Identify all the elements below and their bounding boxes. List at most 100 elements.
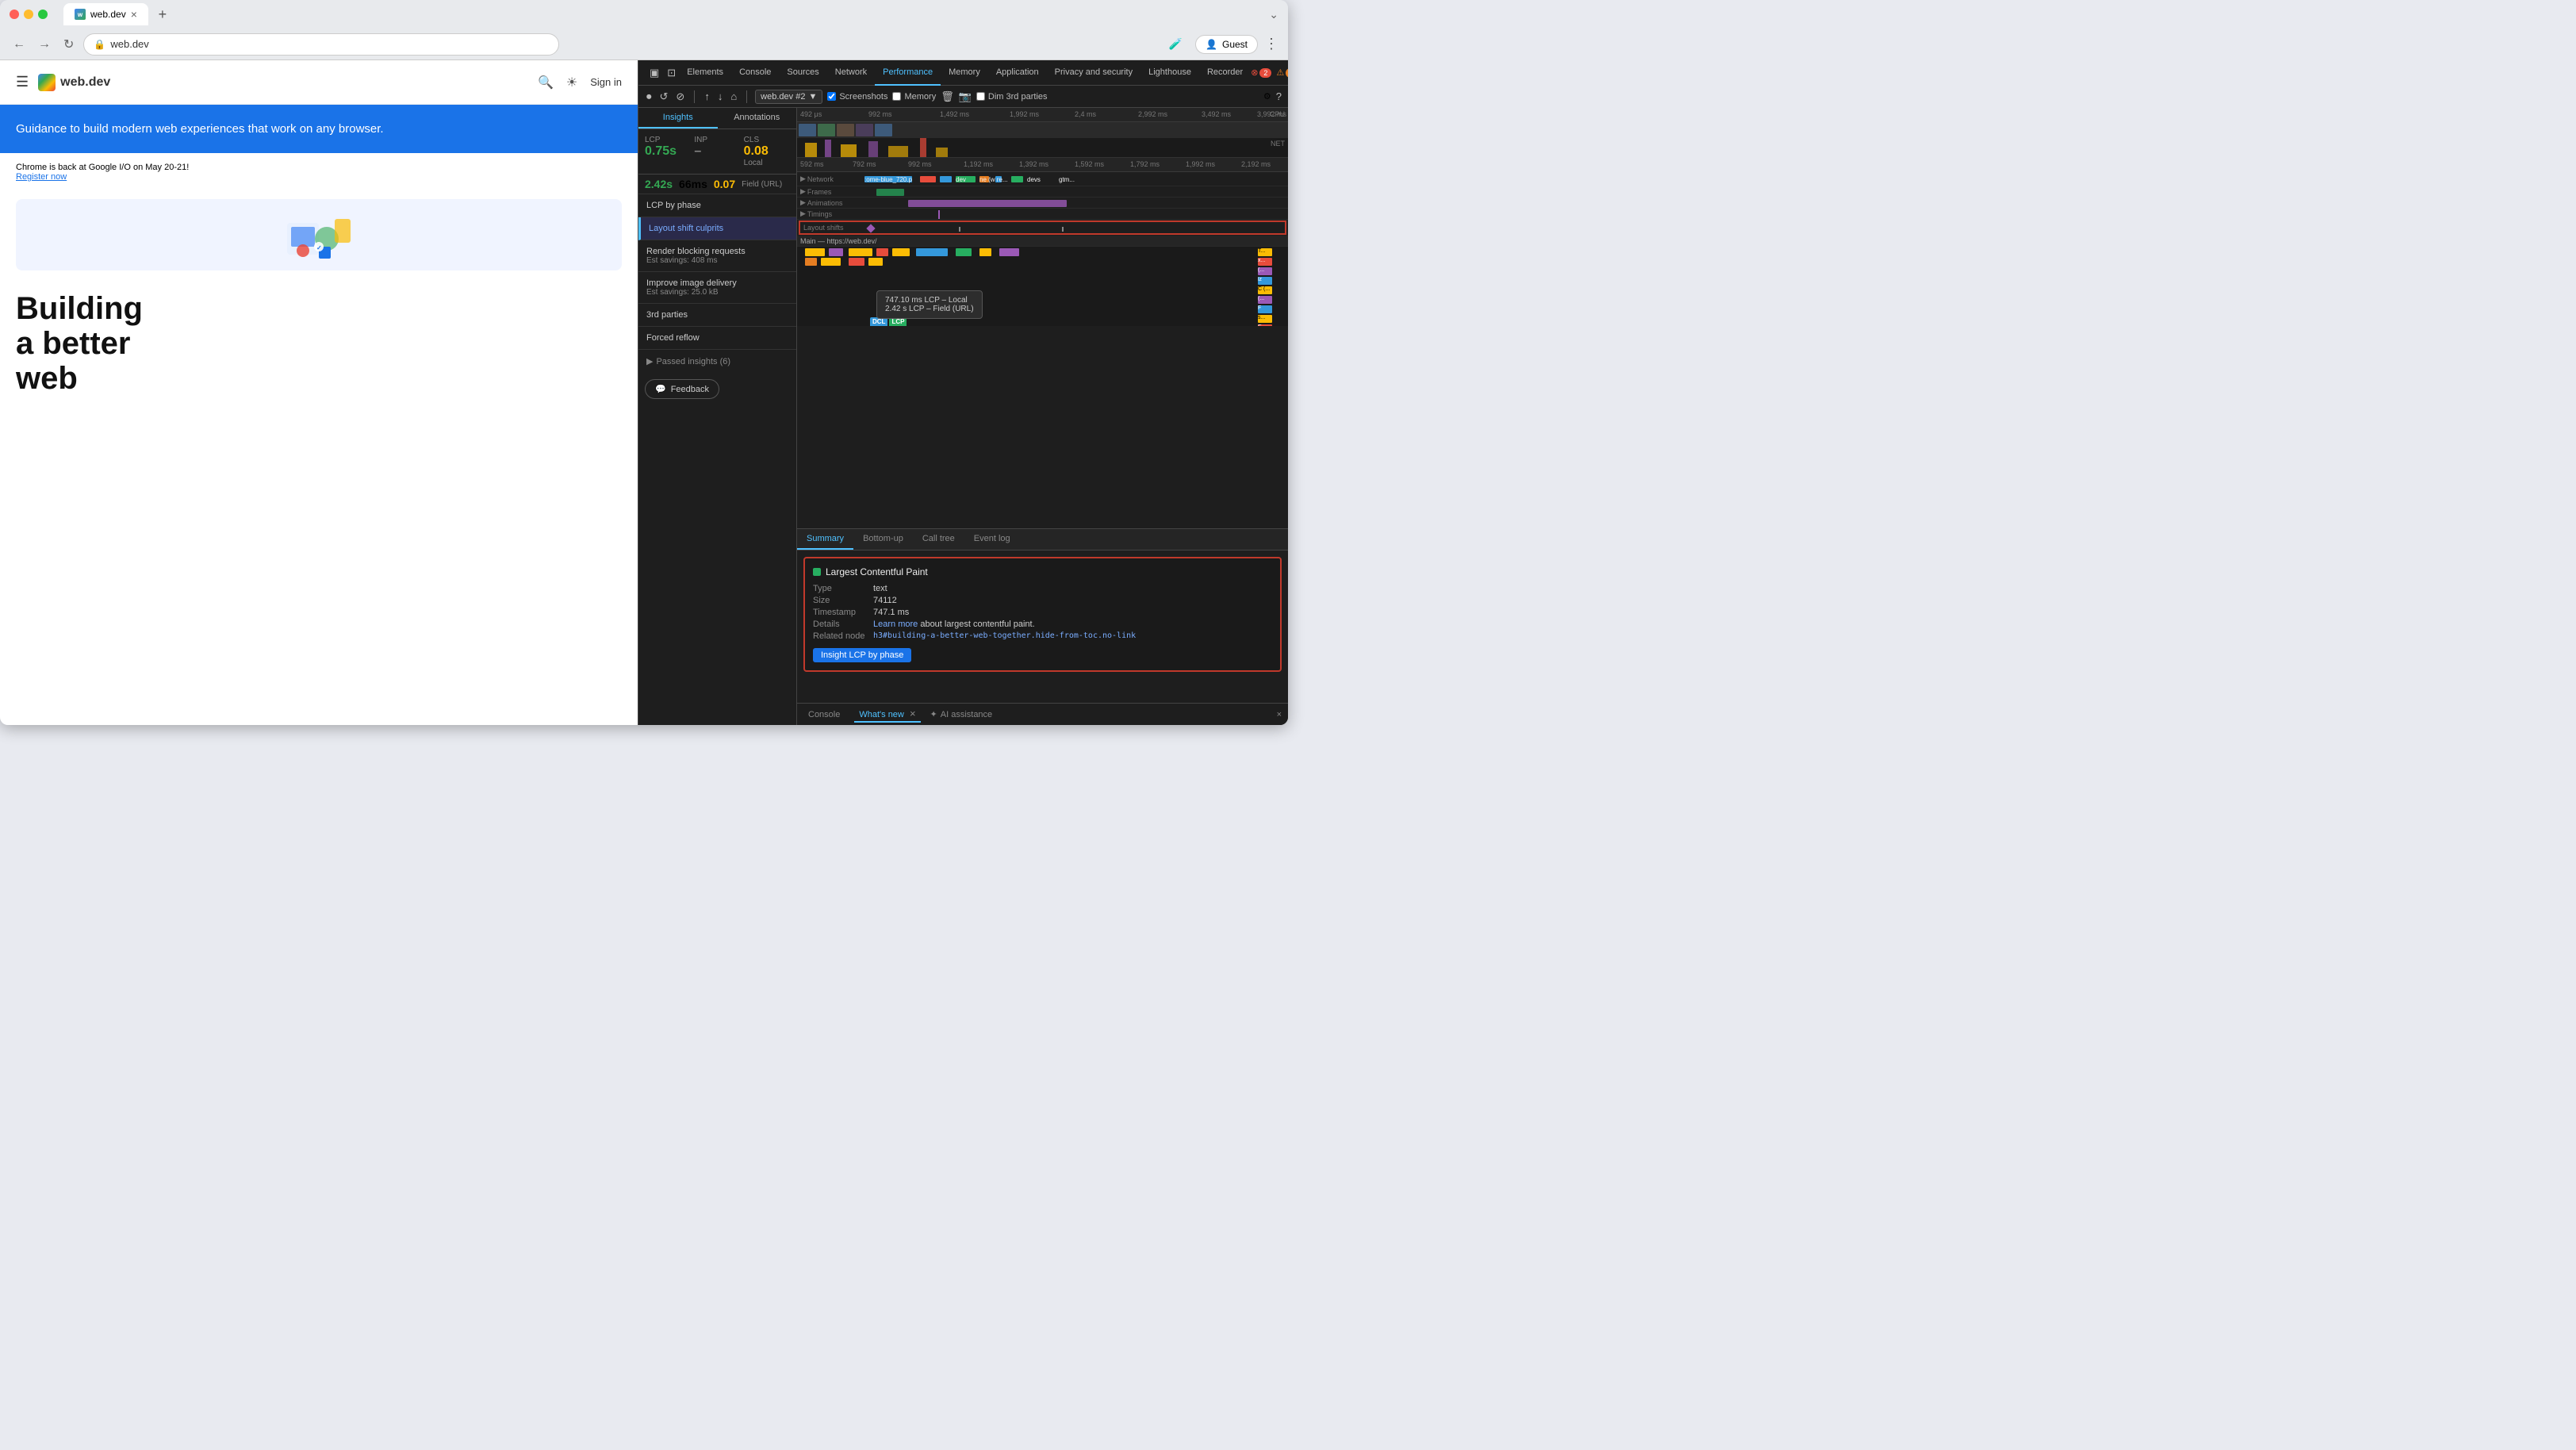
- home-icon[interactable]: ⌂: [729, 89, 738, 104]
- passed-insights[interactable]: ▶ Passed insights (6): [638, 350, 796, 373]
- insight-improve-image[interactable]: Improve image delivery Est savings: 25.0…: [638, 272, 796, 304]
- triangle-frames[interactable]: ▶: [800, 187, 806, 196]
- summary-area: Summary Bottom-up Call tree Event log La…: [797, 528, 1288, 703]
- register-link[interactable]: Register now: [16, 172, 67, 182]
- maximize-button[interactable]: [38, 10, 48, 19]
- screenshots-checkbox[interactable]: [827, 92, 836, 101]
- triangle-anim[interactable]: ▶: [800, 198, 806, 207]
- tab-console[interactable]: Console: [731, 60, 779, 86]
- timings-text: Timings: [807, 210, 832, 218]
- minimize-button[interactable]: [24, 10, 33, 19]
- svg-text:✓: ✓: [316, 244, 322, 251]
- extensions-icon[interactable]: 🧪: [1169, 37, 1183, 51]
- screenshot-thumb[interactable]: [818, 124, 835, 136]
- performance-timeline: 492 μs 992 ms 1,492 ms 1,992 ms 2,4 ms 2…: [797, 108, 1288, 528]
- download-icon[interactable]: ↓: [716, 89, 725, 104]
- help-icon[interactable]: ?: [1276, 90, 1282, 102]
- forward-button[interactable]: →: [35, 34, 54, 55]
- net-label-devs: devs: [1027, 176, 1041, 183]
- net-ruler-9: 2,192 ms: [1241, 160, 1271, 168]
- screenshot-icon[interactable]: 📷: [959, 90, 972, 103]
- garbage-icon[interactable]: 🗑: [941, 90, 954, 103]
- devtools-toolbar: ⏺ ↺ ⊘ ↑ ↓ ⌂ web.dev #2 ▼ Screenshots: [638, 86, 1288, 108]
- tab-memory[interactable]: Memory: [941, 60, 988, 86]
- tab-recorder[interactable]: Recorder: [1199, 60, 1251, 86]
- insight-3rd-parties[interactable]: 3rd parties: [638, 304, 796, 327]
- tab-application[interactable]: Application: [988, 60, 1047, 86]
- signin-button[interactable]: Sign in: [590, 76, 622, 88]
- browser-window: w web.dev × + ⌄ ← → ↻ 🔒 web.dev 🧪 👤 Gues…: [0, 0, 1288, 725]
- whatsnew-close[interactable]: ×: [910, 708, 916, 719]
- memory-toggle[interactable]: Memory: [892, 92, 936, 102]
- insight-render-blocking[interactable]: Render blocking requests Est savings: 40…: [638, 240, 796, 272]
- tab-close-button[interactable]: ×: [131, 8, 137, 21]
- triangle-timings[interactable]: ▶: [800, 209, 806, 218]
- chrome-menu-button[interactable]: ⋮: [1264, 36, 1278, 52]
- address-input[interactable]: 🔒 web.dev: [83, 33, 559, 56]
- lcp-learn-more[interactable]: Learn more: [873, 620, 918, 629]
- theme-icon[interactable]: ☀: [566, 75, 577, 90]
- summary-tab-bottomup[interactable]: Bottom-up: [853, 529, 913, 550]
- insight-lcp-by-phase[interactable]: LCP by phase: [638, 194, 796, 217]
- net-ruler-5: 1,392 ms: [1019, 160, 1048, 168]
- search-icon[interactable]: 🔍: [538, 75, 554, 90]
- responsive-icon[interactable]: ⊡: [664, 67, 679, 79]
- screenshots-toggle[interactable]: Screenshots: [827, 92, 887, 102]
- refresh-button[interactable]: ↻: [60, 33, 77, 56]
- feedback-button[interactable]: 💬 Feedback: [645, 379, 719, 399]
- tab-elements[interactable]: Elements: [679, 60, 731, 86]
- record-icon[interactable]: ⏺: [645, 89, 654, 105]
- dim-3rd-checkbox[interactable]: [976, 92, 985, 101]
- hamburger-menu[interactable]: ☰: [16, 74, 29, 90]
- upload-icon[interactable]: ↑: [703, 89, 711, 104]
- bottom-tab-console[interactable]: Console: [803, 708, 845, 721]
- guest-button[interactable]: 👤 Guest: [1195, 35, 1258, 54]
- clear-icon[interactable]: ⊘: [674, 89, 686, 105]
- net-ruler-2: 792 ms: [853, 160, 876, 168]
- frame-block: [892, 248, 910, 256]
- net-label-text: :ome-blue_720.png...ature_480...: [864, 176, 912, 183]
- tab-lighthouse[interactable]: Lighthouse: [1140, 60, 1199, 86]
- web-header: ☰ web.dev 🔍 ☀ Sign in: [0, 60, 638, 105]
- close-button[interactable]: [10, 10, 19, 19]
- triangle-icon[interactable]: ▶: [800, 175, 806, 183]
- lcp-insight-button[interactable]: Insight LCP by phase: [813, 648, 911, 662]
- bottom-tab-ai[interactable]: ✦ AI assistance: [930, 709, 993, 719]
- tab-annotations[interactable]: Annotations: [718, 108, 797, 129]
- devtools-panel-toggle[interactable]: ▣: [645, 67, 664, 79]
- bottom-tab-whatsnew[interactable]: What's new ×: [854, 706, 920, 723]
- screenshot-thumb[interactable]: [799, 124, 816, 136]
- devtools-icons: ⊗ 2 ⚠ 1 ⚙ ⋮ ✕: [1251, 66, 1288, 79]
- layout-shifts-content: [864, 223, 1285, 232]
- new-tab-button[interactable]: +: [151, 3, 174, 25]
- summary-tab-eventlog[interactable]: Event log: [964, 529, 1020, 550]
- bottom-close-button[interactable]: ×: [1277, 710, 1282, 719]
- insight-forced-reflow[interactable]: Forced reflow: [638, 327, 796, 350]
- net-ruler-6: 1,592 ms: [1075, 160, 1104, 168]
- dim-3rd-toggle[interactable]: Dim 3rd parties: [976, 92, 1048, 102]
- tab-insights[interactable]: Insights: [638, 108, 718, 129]
- memory-checkbox[interactable]: [892, 92, 901, 101]
- tab-privacy[interactable]: Privacy and security: [1047, 60, 1140, 86]
- session-selector[interactable]: web.dev #2 ▼: [755, 90, 822, 104]
- screenshot-thumb[interactable]: [837, 124, 854, 136]
- settings-perf-icon[interactable]: ⚙: [1263, 91, 1271, 102]
- summary-tab-summary[interactable]: Summary: [797, 529, 853, 550]
- ruler-area-net: 592 ms 792 ms 992 ms 1,192 ms 1,392 ms 1…: [797, 158, 1288, 172]
- screenshot-thumb[interactable]: [856, 124, 873, 136]
- tab-sources[interactable]: Sources: [779, 60, 826, 86]
- back-button[interactable]: ←: [10, 34, 29, 55]
- title-bar: w web.dev × + ⌄: [0, 0, 1288, 29]
- insight-layout-shift-culprits[interactable]: Layout shift culprits: [638, 217, 796, 240]
- cpu-bar: [805, 143, 817, 157]
- net-bar-7: [1011, 176, 1023, 182]
- timings-row: ▶ Timings: [797, 209, 1288, 220]
- screenshot-thumb[interactable]: [875, 124, 892, 136]
- tab-performance[interactable]: Performance: [875, 60, 941, 86]
- active-tab[interactable]: w web.dev ×: [63, 3, 148, 25]
- dropdown-icon[interactable]: ⌄: [1269, 8, 1278, 21]
- summary-tab-calltree[interactable]: Call tree: [913, 529, 964, 550]
- tab-network[interactable]: Network: [827, 60, 875, 86]
- session-label: web.dev #2: [761, 92, 805, 102]
- reload-record-icon[interactable]: ↺: [658, 89, 670, 105]
